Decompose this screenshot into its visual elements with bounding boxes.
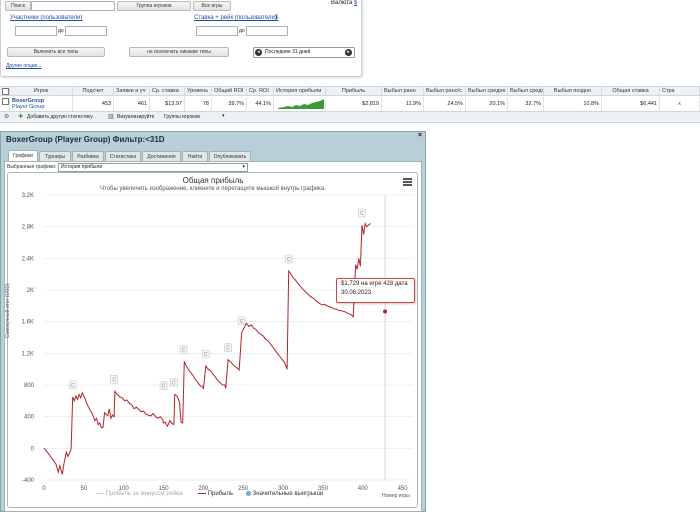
y-tick-label: 2.8K: [22, 225, 34, 231]
big-win-flag-label: C: [360, 211, 364, 217]
big-win-flag-label: C: [162, 384, 166, 390]
y-tick-label: 0: [31, 446, 35, 452]
big-win-flag-label: C: [240, 319, 244, 325]
tooltip-line-1: $1,729 на игре 428 дата: [341, 281, 408, 287]
y-tick-label: 2.4K: [22, 256, 34, 262]
big-win-flag-label: C: [226, 346, 230, 352]
cell-early-mid: 24.5%: [424, 97, 466, 111]
big-win-flag-label: C: [182, 347, 186, 353]
y-tick-label: 400: [24, 415, 35, 421]
x-tick-label: 400: [358, 486, 369, 492]
legend-item-big-wins[interactable]: Значительные выигрыши: [246, 491, 323, 497]
x-tick-label: 450: [398, 486, 409, 492]
col-header[interactable]: Выбыл рано/с: [424, 87, 466, 96]
big-win-flag-label: C: [172, 381, 176, 387]
x-axis-title: Номер игры: [382, 493, 410, 499]
x-tick-label: 50: [81, 486, 88, 492]
cell-mid2: 32.7%: [508, 97, 544, 111]
cell-total-stake: $6,441: [602, 97, 660, 111]
legend-label: Значительные выигрыши: [252, 491, 324, 498]
y-tick-label: 1.6K: [22, 320, 34, 326]
hover-point: [383, 309, 388, 314]
tooltip-line-2: 30.08.2023: [341, 290, 372, 296]
col-header[interactable]: Стра: [660, 87, 700, 96]
col-header[interactable]: Выбыл средн: [508, 87, 544, 96]
big-win-flag-label: C: [287, 257, 291, 263]
legend-label: Прибыль за минусом рейка: [105, 491, 183, 497]
remove-row-link[interactable]: x: [660, 97, 700, 111]
big-win-flag-label: C: [204, 352, 208, 358]
profit-series-line[interactable]: [43, 221, 371, 475]
big-win-flag-label: C: [112, 377, 116, 383]
legend-swatch: [96, 492, 104, 494]
big-win-flag-label: C: [71, 383, 75, 389]
legend-swatch: [198, 492, 206, 494]
x-tick-label: 0: [42, 486, 46, 492]
legend-label: Прибыль: [207, 491, 234, 497]
y-tick-label: 800: [24, 383, 35, 389]
y-tick-label: 1.2K: [22, 351, 34, 357]
y-tick-label: 3.2K: [22, 193, 34, 199]
col-header[interactable]: Выбыл поздно: [544, 87, 602, 96]
cell-mid: 20.1%: [466, 97, 508, 111]
cell-late: 10.8%: [544, 97, 602, 111]
profit-chart[interactable]: -40004008001.2K1.6K2K2.4K2.8K3.2K0 50 100 1…: [0, 0, 426, 512]
y-tick-label: -400: [22, 478, 35, 484]
y-axis-title: Совокупный итог (USD): [5, 283, 11, 338]
legend-swatch: [246, 491, 251, 496]
y-tick-label: 2K: [27, 288, 34, 294]
legend-item-net[interactable]: Прибыль за минусом рейка: [96, 491, 183, 497]
col-header[interactable]: Выбыл средне: [466, 87, 508, 96]
chart-tooltip: $1,729 на игре 428 дата 30.08.2023: [336, 278, 415, 303]
legend-item-profit[interactable]: Прибыль: [198, 491, 233, 497]
col-header[interactable]: Общая ставка: [602, 87, 660, 96]
